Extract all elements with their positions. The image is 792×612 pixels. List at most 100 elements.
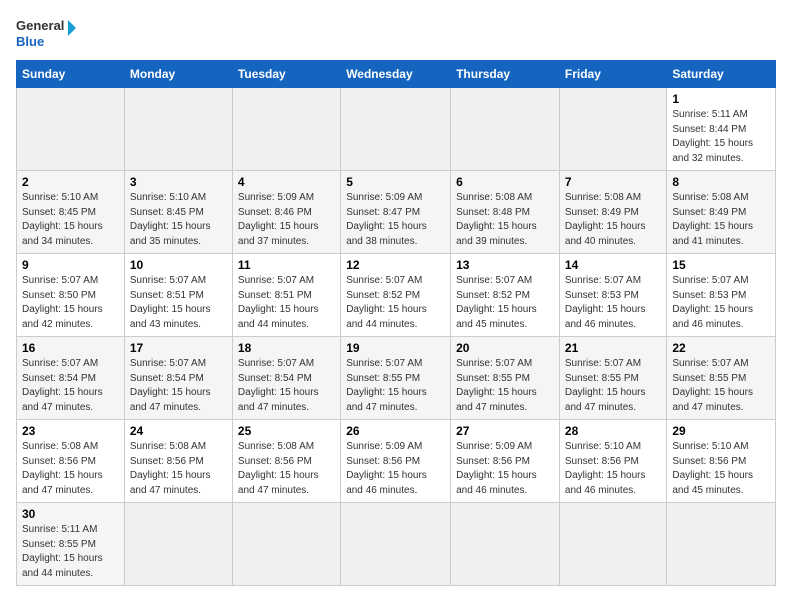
- day-number: 9: [22, 258, 119, 272]
- day-number: 2: [22, 175, 119, 189]
- day-number: 22: [672, 341, 770, 355]
- calendar-body: 1 Sunrise: 5:11 AM Sunset: 8:44 PM Daylig…: [17, 88, 776, 586]
- calendar-cell: 24Sunrise: 5:08 AM Sunset: 8:56 PM Dayli…: [124, 420, 232, 503]
- day-number: 13: [456, 258, 554, 272]
- calendar-cell: [232, 88, 340, 171]
- calendar-cell: 4Sunrise: 5:09 AM Sunset: 8:46 PM Daylig…: [232, 171, 340, 254]
- day-info: Sunrise: 5:07 AM Sunset: 8:51 PM Dayligh…: [238, 274, 335, 332]
- calendar-cell: 14 Sunrise: 5:07 AM Sunset: 8:53 PM Dayli…: [559, 254, 666, 337]
- calendar-cell: 9 Sunrise: 5:07 AM Sunset: 8:50 PM Daylig…: [17, 254, 125, 337]
- day-info: Sunrise: 5:09 AM Sunset: 8:56 PM Dayligh…: [456, 440, 554, 498]
- col-header-friday: Friday: [559, 61, 666, 88]
- calendar-cell: 15 Sunrise: 5:07 AM Sunset: 8:53 PM Dayli…: [667, 254, 776, 337]
- logo-svg: General Blue: [16, 16, 76, 52]
- calendar-cell: 21 Sunrise: 5:07 AM Sunset: 8:55 PM Dayli…: [559, 337, 666, 420]
- logo: General Blue: [16, 16, 76, 52]
- day-number: 21: [565, 341, 661, 355]
- day-info: Sunrise: 5:10 AM Sunset: 8:56 PM Dayligh…: [565, 440, 661, 498]
- calendar-cell: 8 Sunrise: 5:08 AM Sunset: 8:49 PM Daylig…: [667, 171, 776, 254]
- day-info: Sunrise: 5:09 AM Sunset: 8:47 PM Dayligh…: [346, 191, 445, 249]
- calendar-row-5: 30 Sunrise: 5:11 AM Sunset: 8:55 PM Dayli…: [17, 503, 776, 586]
- day-info: Sunrise: 5:07 AM Sunset: 8:52 PM Dayligh…: [456, 274, 554, 332]
- day-number: 6: [456, 175, 554, 189]
- calendar-cell: 16Sunrise: 5:07 AM Sunset: 8:54 PM Dayli…: [17, 337, 125, 420]
- day-info: Sunrise: 5:09 AM Sunset: 8:46 PM Dayligh…: [238, 191, 335, 249]
- calendar-cell: [124, 88, 232, 171]
- calendar-cell: [17, 88, 125, 171]
- calendar-cell: 10Sunrise: 5:07 AM Sunset: 8:51 PM Dayli…: [124, 254, 232, 337]
- calendar-cell: 22Sunrise: 5:07 AM Sunset: 8:55 PM Dayli…: [667, 337, 776, 420]
- calendar-cell: [667, 503, 776, 586]
- calendar-cell: [232, 503, 340, 586]
- day-info: Sunrise: 5:08 AM Sunset: 8:56 PM Dayligh…: [22, 440, 119, 498]
- calendar-cell: 17Sunrise: 5:07 AM Sunset: 8:54 PM Dayli…: [124, 337, 232, 420]
- calendar-cell: 30 Sunrise: 5:11 AM Sunset: 8:55 PM Dayli…: [17, 503, 125, 586]
- day-info: Sunrise: 5:07 AM Sunset: 8:54 PM Dayligh…: [22, 357, 119, 415]
- day-info: Sunrise: 5:07 AM Sunset: 8:55 PM Dayligh…: [565, 357, 661, 415]
- svg-text:Blue: Blue: [16, 34, 44, 49]
- calendar-row-3: 16Sunrise: 5:07 AM Sunset: 8:54 PM Dayli…: [17, 337, 776, 420]
- day-number: 14: [565, 258, 661, 272]
- calendar-cell: [451, 503, 560, 586]
- day-info: Sunrise: 5:11 AM Sunset: 8:55 PM Dayligh…: [22, 523, 119, 581]
- day-info: Sunrise: 5:07 AM Sunset: 8:54 PM Dayligh…: [238, 357, 335, 415]
- calendar-cell: [451, 88, 560, 171]
- calendar-cell: [341, 88, 451, 171]
- svg-text:General: General: [16, 18, 64, 33]
- day-number: 12: [346, 258, 445, 272]
- day-number: 25: [238, 424, 335, 438]
- day-number: 29: [672, 424, 770, 438]
- calendar-table: SundayMondayTuesdayWednesdayThursdayFrid…: [16, 60, 776, 586]
- day-info: Sunrise: 5:07 AM Sunset: 8:52 PM Dayligh…: [346, 274, 445, 332]
- day-number: 5: [346, 175, 445, 189]
- calendar-cell: 2Sunrise: 5:10 AM Sunset: 8:45 PM Daylig…: [17, 171, 125, 254]
- day-info: Sunrise: 5:08 AM Sunset: 8:49 PM Dayligh…: [672, 191, 770, 249]
- day-number: 24: [130, 424, 227, 438]
- calendar-cell: [124, 503, 232, 586]
- calendar-cell: 12 Sunrise: 5:07 AM Sunset: 8:52 PM Dayli…: [341, 254, 451, 337]
- page-header: General Blue: [16, 16, 776, 52]
- day-number: 30: [22, 507, 119, 521]
- calendar-cell: [341, 503, 451, 586]
- calendar-header-row: SundayMondayTuesdayWednesdayThursdayFrid…: [17, 61, 776, 88]
- col-header-monday: Monday: [124, 61, 232, 88]
- day-info: Sunrise: 5:11 AM Sunset: 8:44 PM Dayligh…: [672, 108, 770, 166]
- calendar-cell: 19Sunrise: 5:07 AM Sunset: 8:55 PM Dayli…: [341, 337, 451, 420]
- day-number: 19: [346, 341, 445, 355]
- day-info: Sunrise: 5:07 AM Sunset: 8:55 PM Dayligh…: [456, 357, 554, 415]
- calendar-cell: 6Sunrise: 5:08 AM Sunset: 8:48 PM Daylig…: [451, 171, 560, 254]
- day-number: 7: [565, 175, 661, 189]
- calendar-cell: 3Sunrise: 5:10 AM Sunset: 8:45 PM Daylig…: [124, 171, 232, 254]
- day-number: 18: [238, 341, 335, 355]
- calendar-cell: 5 Sunrise: 5:09 AM Sunset: 8:47 PM Daylig…: [341, 171, 451, 254]
- calendar-cell: 18 Sunrise: 5:07 AM Sunset: 8:54 PM Dayli…: [232, 337, 340, 420]
- calendar-row-1: 2Sunrise: 5:10 AM Sunset: 8:45 PM Daylig…: [17, 171, 776, 254]
- day-info: Sunrise: 5:09 AM Sunset: 8:56 PM Dayligh…: [346, 440, 445, 498]
- col-header-tuesday: Tuesday: [232, 61, 340, 88]
- calendar-row-0: 1 Sunrise: 5:11 AM Sunset: 8:44 PM Daylig…: [17, 88, 776, 171]
- col-header-thursday: Thursday: [451, 61, 560, 88]
- day-number: 10: [130, 258, 227, 272]
- day-info: Sunrise: 5:07 AM Sunset: 8:53 PM Dayligh…: [672, 274, 770, 332]
- calendar-cell: [559, 88, 666, 171]
- day-number: 1: [672, 92, 770, 106]
- col-header-saturday: Saturday: [667, 61, 776, 88]
- day-info: Sunrise: 5:07 AM Sunset: 8:53 PM Dayligh…: [565, 274, 661, 332]
- day-number: 27: [456, 424, 554, 438]
- day-number: 23: [22, 424, 119, 438]
- calendar-cell: 29Sunrise: 5:10 AM Sunset: 8:56 PM Dayli…: [667, 420, 776, 503]
- day-number: 26: [346, 424, 445, 438]
- day-info: Sunrise: 5:07 AM Sunset: 8:50 PM Dayligh…: [22, 274, 119, 332]
- calendar-cell: 27 Sunrise: 5:09 AM Sunset: 8:56 PM Dayli…: [451, 420, 560, 503]
- col-header-sunday: Sunday: [17, 61, 125, 88]
- day-info: Sunrise: 5:08 AM Sunset: 8:56 PM Dayligh…: [238, 440, 335, 498]
- col-header-wednesday: Wednesday: [341, 61, 451, 88]
- calendar-cell: 25 Sunrise: 5:08 AM Sunset: 8:56 PM Dayli…: [232, 420, 340, 503]
- day-number: 8: [672, 175, 770, 189]
- day-info: Sunrise: 5:07 AM Sunset: 8:54 PM Dayligh…: [130, 357, 227, 415]
- day-number: 20: [456, 341, 554, 355]
- calendar-cell: 23 Sunrise: 5:08 AM Sunset: 8:56 PM Dayli…: [17, 420, 125, 503]
- calendar-row-2: 9 Sunrise: 5:07 AM Sunset: 8:50 PM Daylig…: [17, 254, 776, 337]
- day-number: 11: [238, 258, 335, 272]
- day-number: 15: [672, 258, 770, 272]
